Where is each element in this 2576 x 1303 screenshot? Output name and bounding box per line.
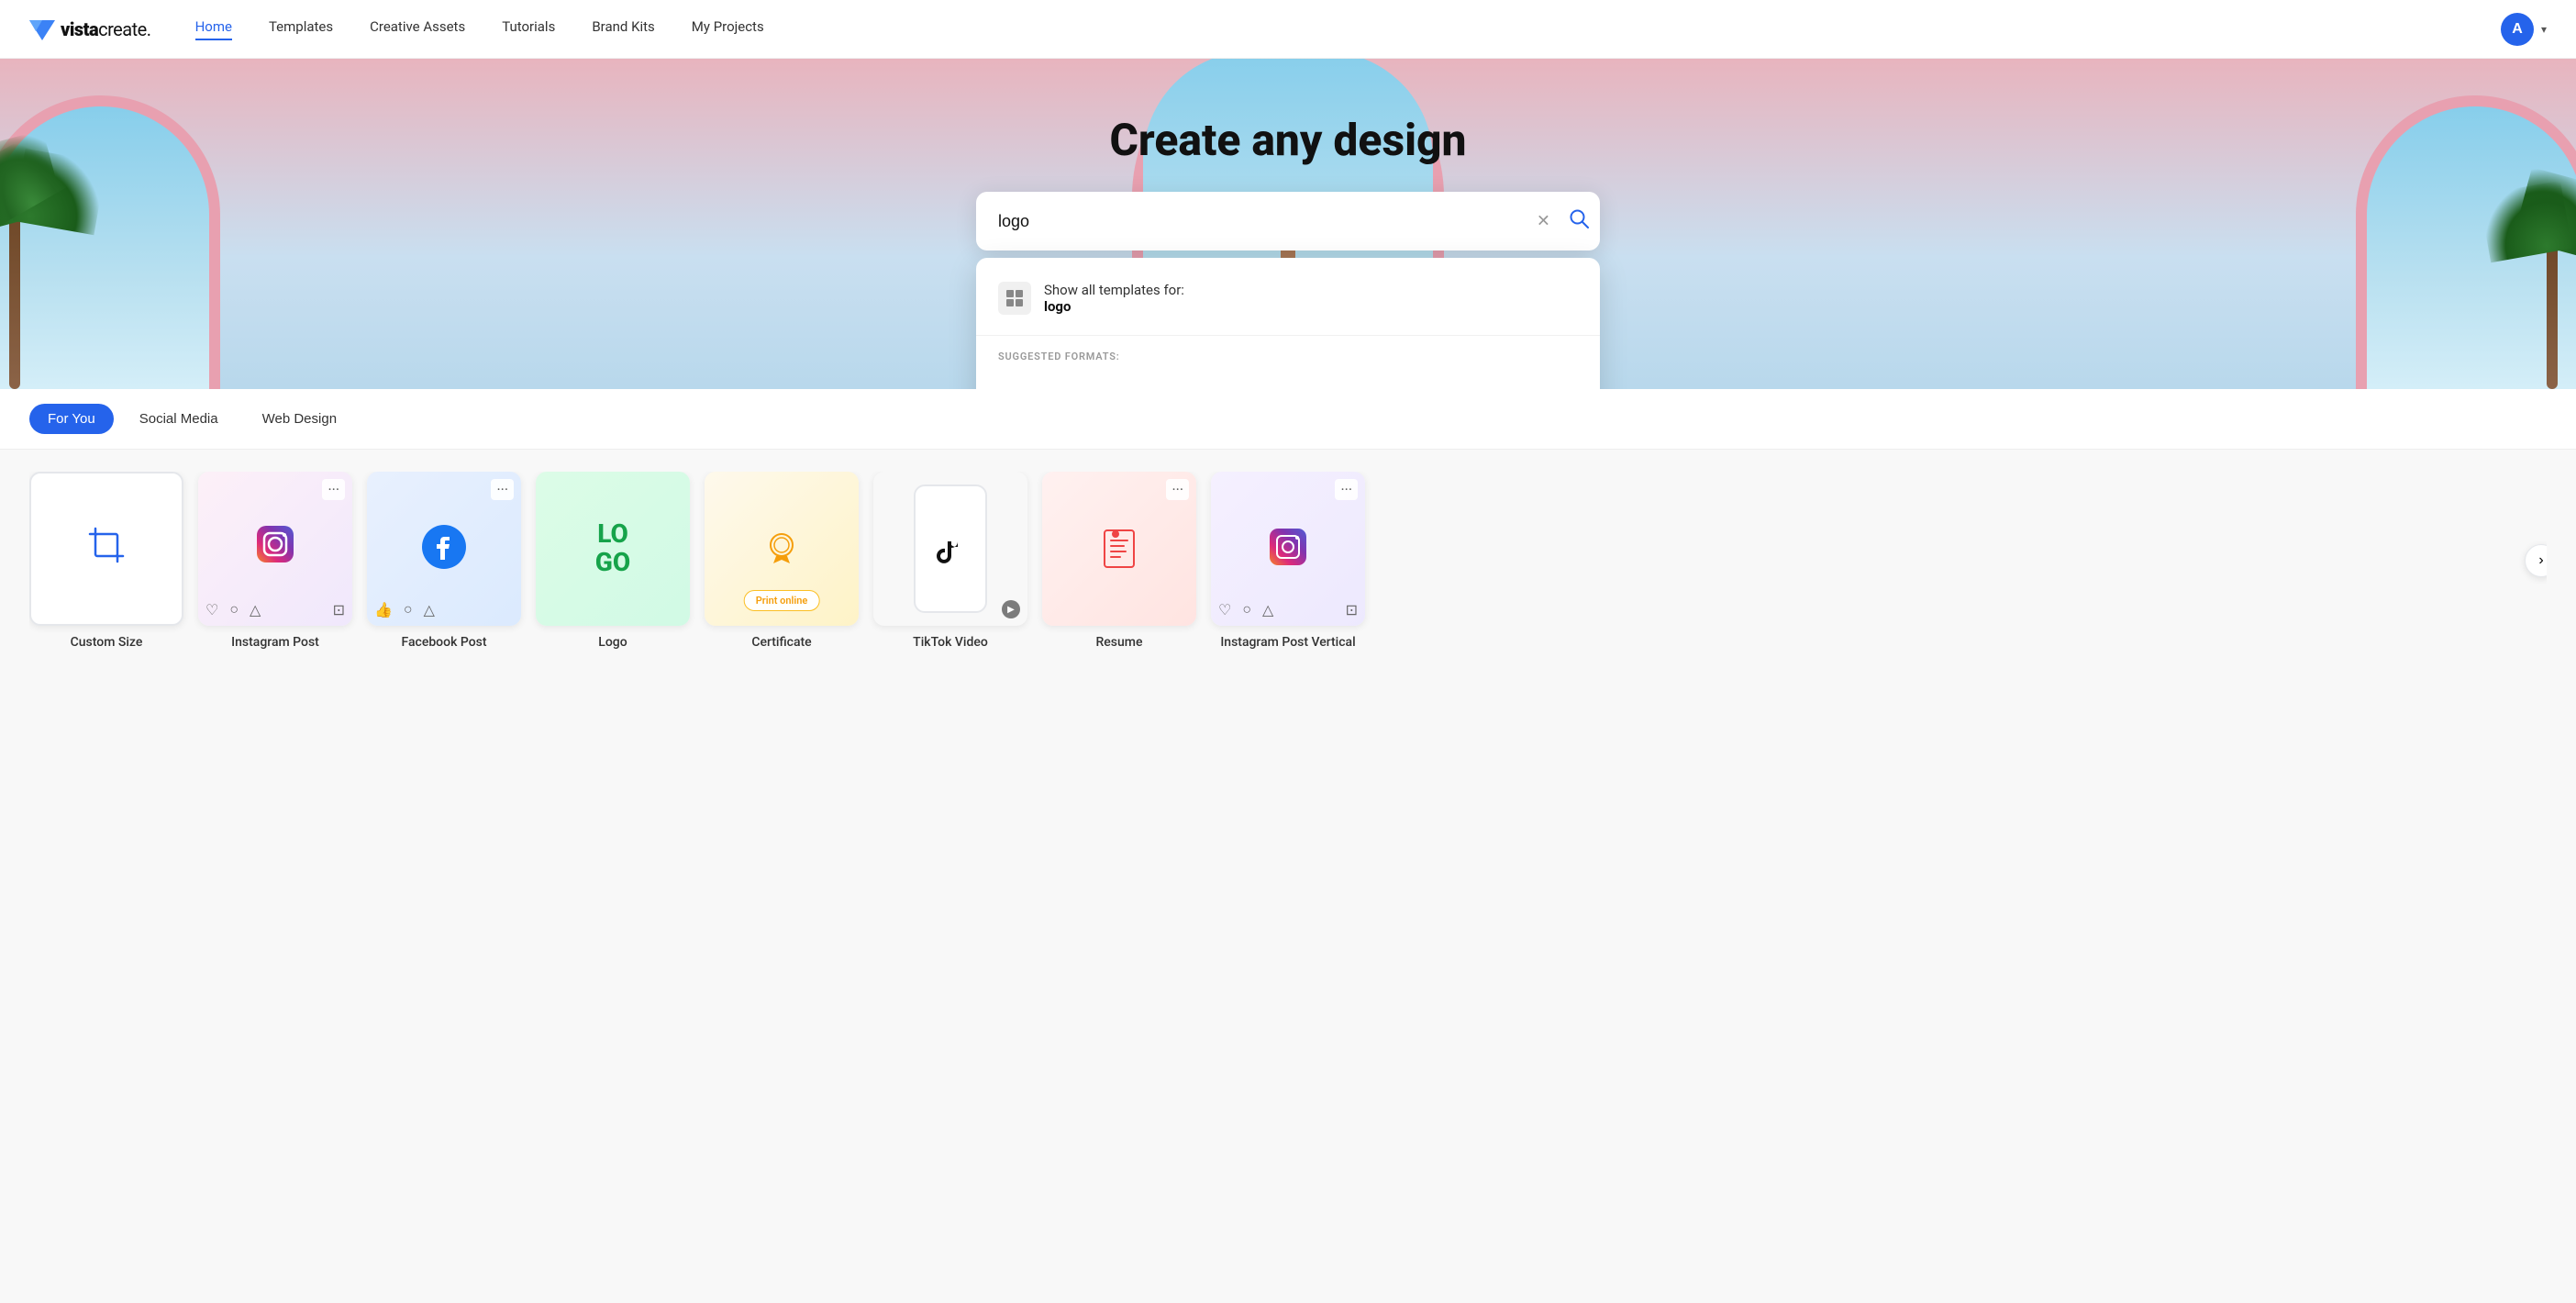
nav-templates[interactable]: Templates — [269, 18, 333, 40]
card-menu-facebook[interactable]: ··· — [491, 479, 514, 500]
nav-my-projects[interactable]: My Projects — [692, 18, 764, 40]
card-menu-instagram[interactable]: ··· — [322, 479, 345, 500]
search-dropdown: Show all templates for: logo SUGGESTED F… — [976, 258, 1600, 389]
certificate-icon — [758, 525, 805, 573]
tiktok-phone — [914, 484, 987, 613]
suggested-formats-label: SUGGESTED FORMATS: — [976, 347, 1600, 373]
certificate-thumb: Print online — [705, 472, 859, 626]
search-clear-button[interactable]: ✕ — [1537, 212, 1550, 231]
hero-title: Create any design — [1109, 114, 1466, 166]
custom-size-label: Custom Size — [29, 635, 183, 650]
logo-letters: LOGO — [595, 520, 630, 577]
chevron-down-icon[interactable]: ▾ — [2541, 23, 2547, 36]
card-menu-instagram-vertical[interactable]: ··· — [1335, 479, 1358, 500]
dropdown-logo-item[interactable]: Logo · 500 × 500 px — [976, 373, 1600, 389]
show-all-text: Show all templates for: logo — [1044, 282, 1184, 315]
template-card-facebook-post[interactable]: ··· 👍 ○ △ Facebook Post — [367, 472, 521, 650]
logo-format-icon — [998, 384, 1031, 389]
template-card-instagram-vertical[interactable]: ··· — [1211, 472, 1365, 650]
hero-content: Create any design ✕ — [0, 59, 2576, 251]
heart-icon[interactable]: ♡ — [205, 601, 218, 618]
igv-share-icon[interactable]: △ — [1262, 601, 1273, 618]
fb-comment-icon[interactable]: ○ — [404, 600, 413, 618]
fb-share-icon[interactable]: △ — [424, 601, 435, 618]
hero-section: Create any design ✕ — [0, 59, 2576, 389]
share-icon[interactable]: △ — [250, 601, 261, 618]
logo-icon-svg — [1000, 386, 1029, 389]
grid-icon — [1005, 289, 1024, 307]
resume-label: Resume — [1042, 635, 1196, 650]
search-icon — [1569, 208, 1589, 228]
show-all-icon — [998, 282, 1031, 315]
template-card-logo[interactable]: LOGO Logo — [536, 472, 690, 650]
search-submit-button[interactable] — [1569, 208, 1589, 234]
tiktok-thumb: ▶ — [873, 472, 1027, 626]
like-icon[interactable]: 👍 — [374, 601, 393, 618]
nav-brand-kits[interactable]: Brand Kits — [592, 18, 654, 40]
instagram-post-thumb: ··· — [198, 472, 352, 626]
nav-tutorials[interactable]: Tutorials — [502, 18, 555, 40]
certificate-label: Certificate — [705, 635, 859, 650]
carousel-next-button[interactable]: › — [2525, 544, 2547, 577]
facebook-post-thumb: ··· 👍 ○ △ — [367, 472, 521, 626]
instagram-card-actions: ♡ ○ △ ⊡ — [205, 600, 345, 618]
igv-comment-icon[interactable]: ○ — [1242, 600, 1251, 618]
custom-size-thumb — [29, 472, 183, 626]
instagram-vertical-icon — [1268, 527, 1308, 571]
nav-links: Home Templates Creative Assets Tutorials… — [195, 18, 2501, 40]
search-input[interactable] — [976, 192, 1600, 251]
show-all-item[interactable]: Show all templates for: logo — [976, 273, 1600, 324]
nav-right: A ▾ — [2501, 13, 2547, 46]
tab-web-design[interactable]: Web Design — [244, 404, 355, 434]
logo-text: vistacreate. — [61, 18, 151, 40]
logo-thumb: LOGO — [536, 472, 690, 626]
nav-home[interactable]: Home — [195, 18, 232, 40]
instagram-post-label: Instagram Post — [198, 635, 352, 650]
facebook-card-actions: 👍 ○ △ — [374, 600, 514, 618]
logo-label: Logo — [536, 635, 690, 650]
facebook-icon — [420, 523, 468, 574]
search-container: ✕ — [976, 192, 1600, 251]
bookmark-icon[interactable]: ⊡ — [333, 601, 345, 618]
tab-for-you[interactable]: For You — [29, 404, 114, 434]
play-icon: ▶ — [1002, 600, 1020, 618]
instagram-icon — [253, 522, 297, 575]
tab-social-media[interactable]: Social Media — [121, 404, 237, 434]
logo[interactable]: vistacreate. — [29, 17, 151, 42]
resume-icon — [1097, 527, 1141, 571]
navbar: vistacreate. Home Templates Creative Ass… — [0, 0, 2576, 59]
comment-icon[interactable]: ○ — [229, 600, 239, 618]
logo-icon — [29, 17, 55, 42]
nav-creative-assets[interactable]: Creative Assets — [370, 18, 465, 40]
template-card-resume[interactable]: ··· Resume — [1042, 472, 1196, 650]
instagram-vertical-card-actions: ♡ ○ △ ⊡ — [1218, 600, 1358, 618]
avatar-button[interactable]: A — [2501, 13, 2534, 46]
tabs-bar: For You Social Media Web Design — [0, 389, 2576, 450]
template-card-tiktok[interactable]: ▶ TikTok Video — [873, 472, 1027, 650]
tiktok-icon — [936, 534, 965, 563]
resume-thumb: ··· — [1042, 472, 1196, 626]
instagram-vertical-thumb: ··· — [1211, 472, 1365, 626]
templates-section: Custom Size ··· — [0, 450, 2576, 672]
facebook-post-label: Facebook Post — [367, 635, 521, 650]
card-menu-resume[interactable]: ··· — [1166, 479, 1189, 500]
tiktok-label: TikTok Video — [873, 635, 1027, 650]
template-card-custom-size[interactable]: Custom Size — [29, 472, 183, 650]
print-online-badge: Print online — [744, 590, 820, 611]
templates-grid: Custom Size ··· — [29, 472, 2547, 650]
crop-icon — [88, 527, 125, 571]
template-card-certificate[interactable]: Print online Certificate — [705, 472, 859, 650]
instagram-vertical-label: Instagram Post Vertical — [1211, 635, 1365, 650]
igv-heart-icon[interactable]: ♡ — [1218, 601, 1231, 618]
template-card-instagram-post[interactable]: ··· — [198, 472, 352, 650]
dropdown-divider — [976, 335, 1600, 336]
igv-bookmark-icon[interactable]: ⊡ — [1346, 601, 1358, 618]
